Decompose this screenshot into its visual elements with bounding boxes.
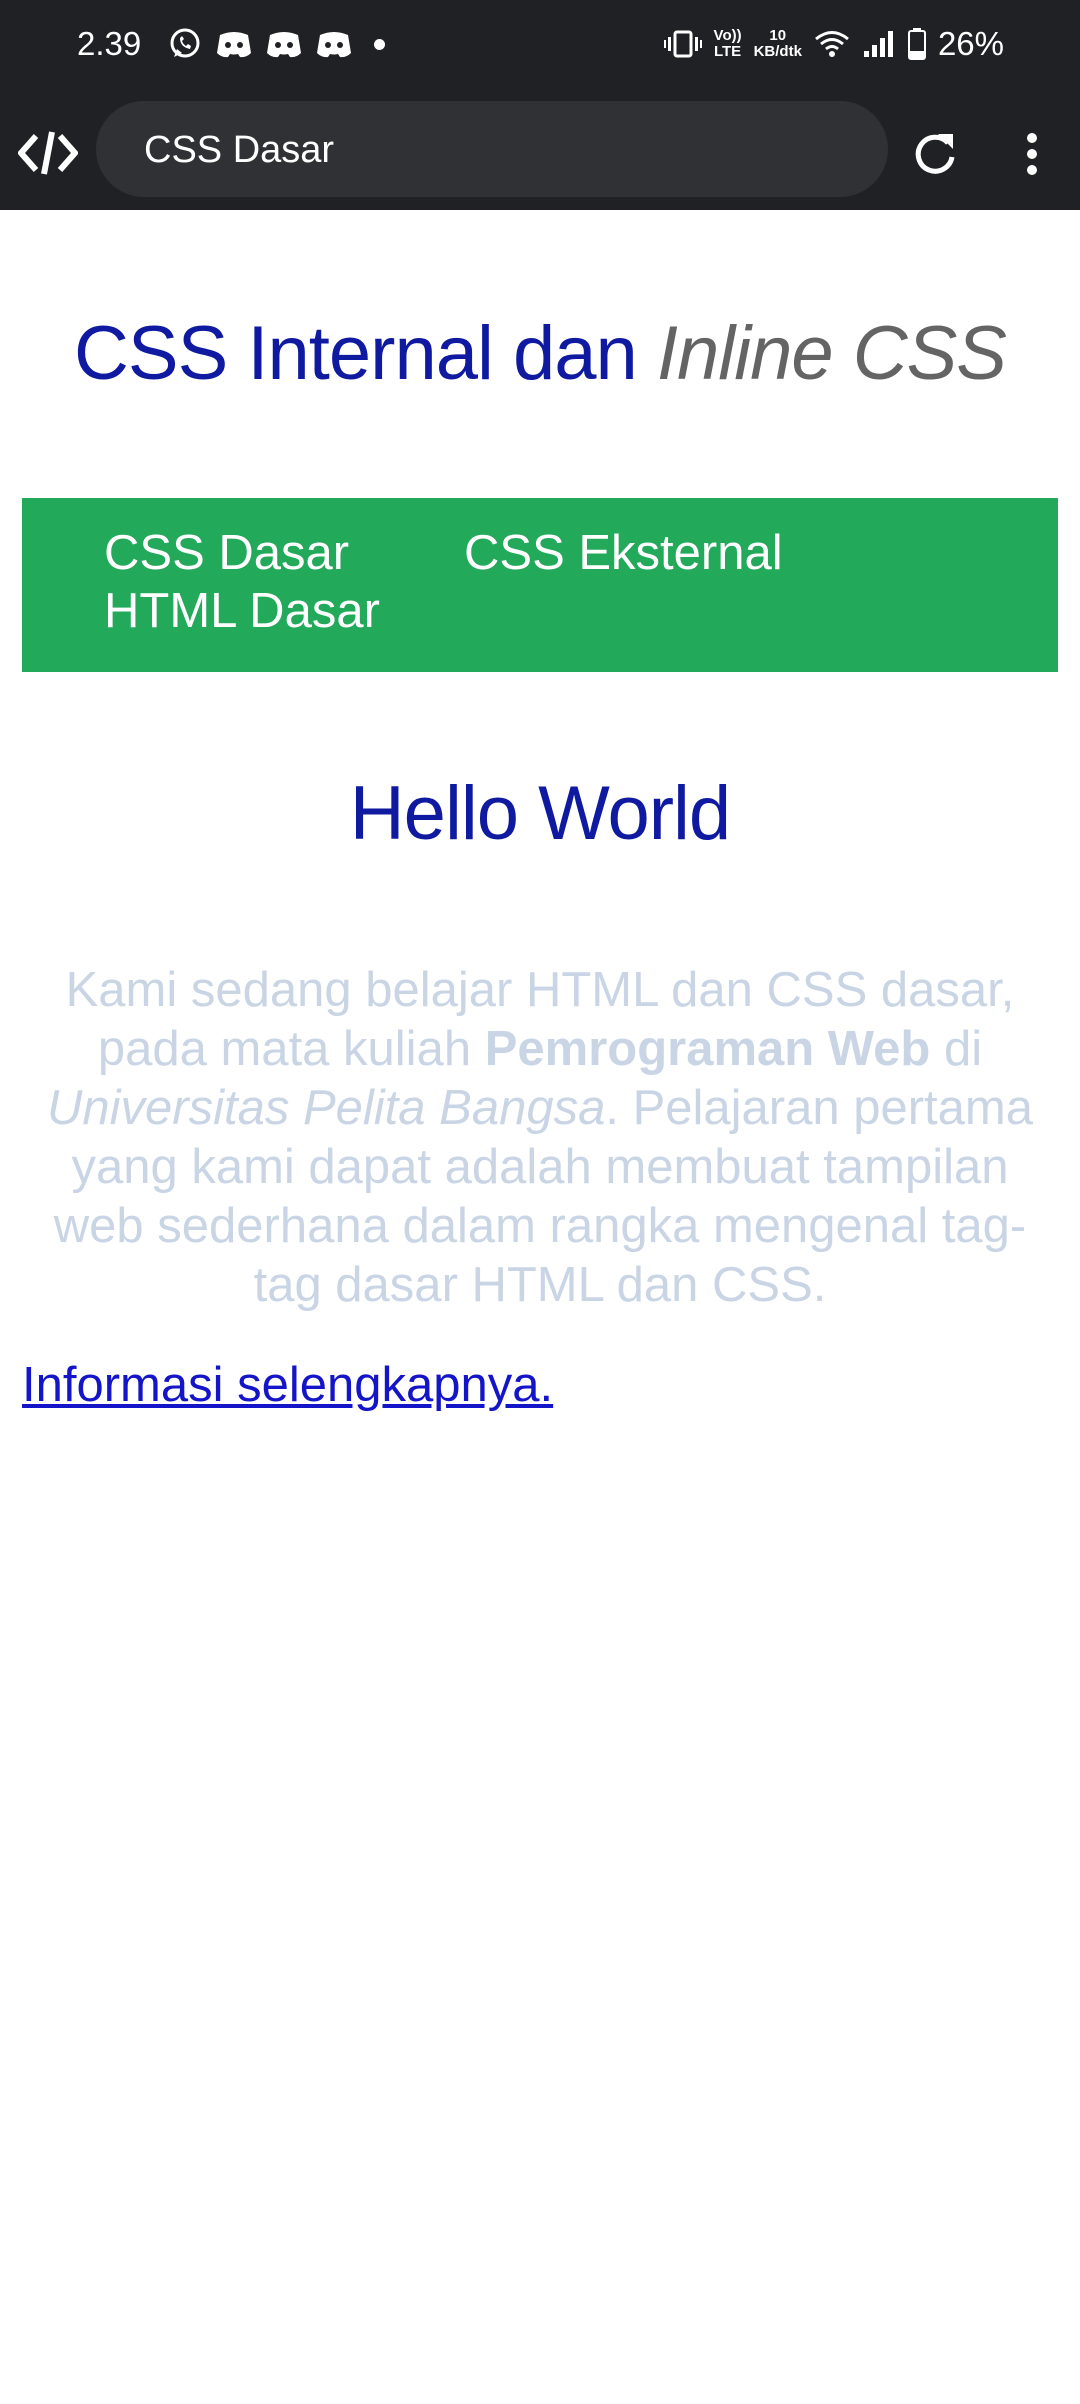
reload-button[interactable] — [907, 126, 963, 182]
nav-link-css-eksternal[interactable]: CSS Eksternal — [464, 524, 783, 582]
hello-heading: Hello World — [349, 771, 731, 856]
volte-label-top: Vo)) — [713, 27, 742, 44]
tab-title: CSS Dasar — [144, 129, 335, 171]
intro-paragraph: Kami sedang belajar HTML dan CSS dasar, … — [22, 961, 1058, 1315]
web-page: CSS Internal dan Inline CSS CSS Dasar CS… — [0, 210, 1080, 2404]
address-bar[interactable]: CSS Dasar — [96, 101, 888, 197]
volte-label-bottom: LTE — [713, 43, 742, 60]
code-icon[interactable] — [16, 128, 80, 178]
page-title-italic: Inline CSS — [656, 311, 1007, 396]
paragraph-text-2: di — [930, 1022, 983, 1076]
dot-icon — [374, 38, 385, 50]
discord-icon — [216, 29, 252, 59]
vibrate-icon — [663, 29, 702, 59]
status-time: 2.39 — [77, 25, 142, 62]
kebab-menu-icon — [1027, 133, 1037, 175]
paragraph-bold: Pemrograman Web — [484, 1022, 931, 1076]
nav-link-html-dasar[interactable]: HTML Dasar — [104, 582, 380, 640]
discord-icon — [266, 29, 302, 59]
nav-link-css-dasar[interactable]: CSS Dasar — [104, 524, 349, 582]
network-speed: 10 KB/dtk — [754, 28, 802, 60]
system-icons: Vo)) LTE 10 KB/dtk 26% — [663, 20, 1004, 68]
page-title: CSS Internal dan Inline CSS — [0, 308, 1080, 400]
nav-bar: CSS Dasar CSS Eksternal HTML Dasar — [22, 498, 1058, 672]
battery-icon — [907, 28, 926, 60]
page-title-main: CSS Internal dan — [74, 311, 657, 396]
notification-icons — [168, 24, 385, 64]
status-bar: 2.39 Vo)) LTE 10 KB/dtk 26% — [0, 0, 1080, 92]
discord-icon — [316, 29, 352, 59]
more-info-link[interactable]: Informasi selengkapnya. — [22, 1356, 553, 1414]
paragraph-italic: Universitas Pelita Bangsa — [47, 1081, 606, 1135]
volte-icon: Vo)) LTE — [714, 28, 742, 60]
kebab-menu-button[interactable] — [1012, 126, 1052, 182]
network-speed-unit: KB/dtk — [753, 43, 802, 60]
whatsapp-icon — [168, 27, 202, 61]
network-speed-value: 10 — [769, 27, 787, 44]
browser-toolbar: CSS Dasar — [0, 92, 1080, 210]
reload-icon — [915, 134, 955, 174]
signal-icon — [862, 29, 896, 59]
battery-percent: 26% — [937, 25, 1004, 62]
wifi-icon — [814, 29, 850, 59]
